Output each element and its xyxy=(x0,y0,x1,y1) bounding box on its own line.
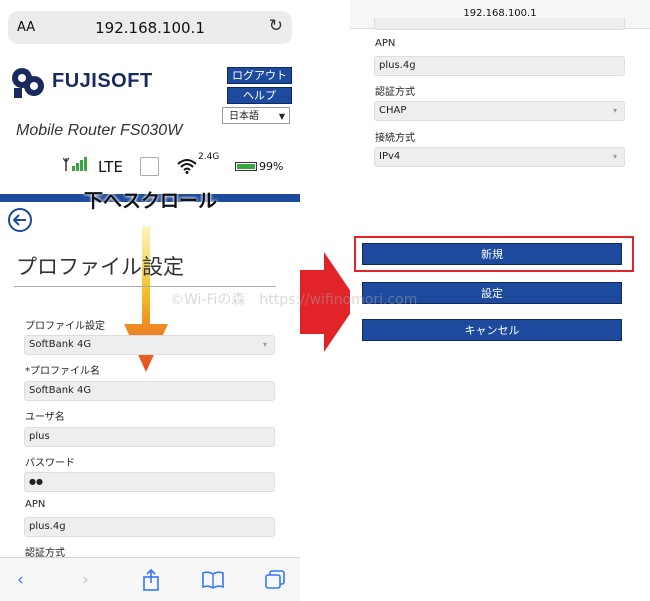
apn-label: APN xyxy=(375,38,396,49)
connection-type-value: IPv4 xyxy=(379,151,401,162)
chevron-down-icon: ▾ xyxy=(262,340,267,349)
battery-percent: 99% xyxy=(259,160,284,173)
battery-icon xyxy=(235,162,257,171)
chevron-down-icon: ▼ xyxy=(278,112,285,121)
password-label: パスワード xyxy=(25,458,75,469)
watermark: ©Wi-Fiの森 https://wifinomori.com xyxy=(170,292,418,308)
back-nav-icon[interactable]: ‹ xyxy=(17,570,24,590)
field-remnant xyxy=(374,18,625,30)
profile-setting-value: SoftBank 4G xyxy=(29,339,92,350)
language-select[interactable]: 日本語 ▼ xyxy=(222,107,290,124)
profile-name-label: *プロファイル名 xyxy=(25,366,100,377)
forward-nav-icon[interactable]: › xyxy=(82,570,89,590)
share-icon[interactable] xyxy=(142,569,160,591)
new-button[interactable]: 新規 xyxy=(362,243,622,265)
page-title: プロファイル設定 xyxy=(16,255,184,279)
user-name-label: ユーザ名 xyxy=(25,412,65,423)
signal-antenna-icon xyxy=(63,157,87,171)
tabs-icon[interactable] xyxy=(264,570,286,590)
language-value: 日本語 xyxy=(229,111,259,122)
address-url[interactable]: 192.168.100.1 xyxy=(8,19,292,37)
help-button[interactable]: ヘルプ xyxy=(227,87,292,104)
auth-method-value: CHAP xyxy=(379,105,407,116)
cancel-button[interactable]: キャンセル xyxy=(362,319,622,341)
profile-setting-select[interactable]: SoftBank 4G ▾ xyxy=(24,335,275,355)
apn-input[interactable]: plus.4g xyxy=(374,56,625,76)
address-bar[interactable]: AA 192.168.100.1 ↻ xyxy=(8,11,292,44)
connection-type-label: 接続方式 xyxy=(375,133,415,144)
fujisoft-logo-icon xyxy=(12,68,44,98)
apn-input[interactable]: plus.4g xyxy=(24,517,275,537)
router-model: Mobile Router FS030W xyxy=(16,122,183,139)
password-input[interactable]: ●● xyxy=(24,472,275,492)
bookmarks-icon[interactable] xyxy=(202,571,224,589)
profile-name-input[interactable]: SoftBank 4G xyxy=(24,381,275,401)
apn-label: APN xyxy=(25,499,46,510)
brand-name: FUJISOFT xyxy=(52,70,153,92)
network-type: LTE xyxy=(98,158,123,176)
auth-method-select[interactable]: CHAP ▾ xyxy=(374,101,625,121)
user-name-input[interactable]: plus xyxy=(24,427,275,447)
wifi-band: 2.4G xyxy=(198,152,220,162)
chevron-down-icon: ▾ xyxy=(612,106,617,115)
profile-setting-label: プロファイル設定 xyxy=(25,321,105,332)
logout-button[interactable]: ログアウト xyxy=(227,67,292,84)
safari-toolbar: ‹ › xyxy=(0,557,300,601)
chevron-down-icon: ▾ xyxy=(612,152,617,161)
auth-method-label: 認証方式 xyxy=(375,87,415,98)
title-divider xyxy=(14,286,276,287)
connection-type-select[interactable]: IPv4 ▾ xyxy=(374,147,625,167)
scroll-hint-label: 下へスクロール xyxy=(84,190,218,212)
sim-card-icon xyxy=(140,157,159,176)
reload-icon[interactable]: ↻ xyxy=(269,16,283,36)
wifi-icon xyxy=(177,159,197,174)
back-arrow-icon[interactable] xyxy=(8,208,32,232)
